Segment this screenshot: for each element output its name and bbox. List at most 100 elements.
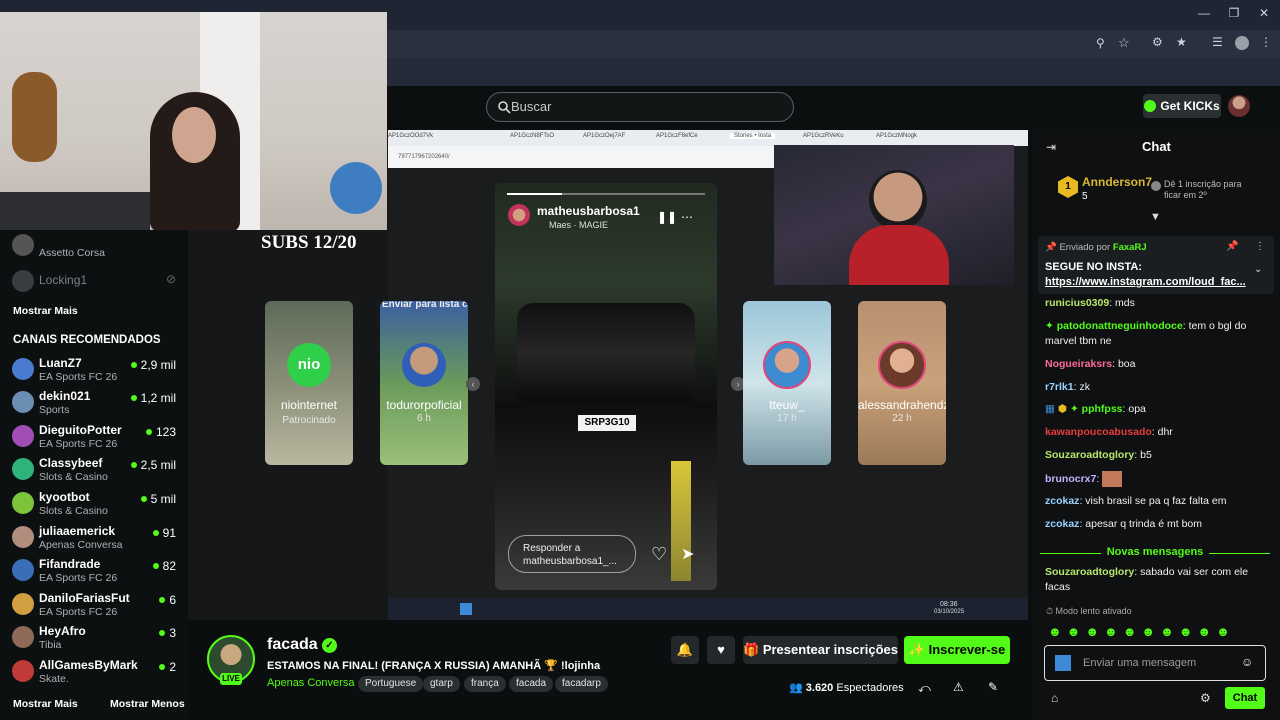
bookmark-star-icon[interactable]: ☆ [1118,35,1130,51]
viewer-count: 3 [159,626,176,640]
channel-name: AllGamesByMark [39,658,138,672]
more-options-icon[interactable]: ⋯ [681,210,693,224]
chat-message: brunocrx7: [1045,471,1270,487]
follow-heart-button[interactable]: ♥ [707,636,735,664]
user-avatar[interactable] [1228,95,1250,117]
show-more-button[interactable]: Mostrar Mais [13,698,78,710]
taskbar-date: 03/10/2025 [934,609,965,615]
chat-message: Souzaroadtoglory: sabado vai ser com ele… [1045,566,1249,593]
pinned-menu-icon[interactable]: ⋮ [1255,241,1265,252]
collapse-chat-icon[interactable]: ⇥ [1046,140,1056,154]
live-dot-icon [145,429,152,435]
recommended-channels-heading: CANAIS RECOMENDADOS [13,334,161,346]
recommended-channel[interactable]: AllGamesByMark Skate. 2 [12,658,182,688]
chat-settings-icon[interactable]: ⚙ [1200,691,1211,705]
channel-name: DieguitoPotter [39,423,122,437]
search-placeholder: Buscar [511,99,552,114]
nio-logo: nio [287,343,331,387]
recommended-channel[interactable]: LuanZ7 EA Sports FC 26 2,9 mil [12,356,182,386]
slow-mode-notice: ⏱ Modo lento ativado [1046,606,1132,616]
chat-send-button[interactable]: Chat [1225,687,1265,709]
gift-rank-note: Dê 1 inscrição para ficar em 2º [1164,179,1242,200]
channel-name[interactable]: facada [267,636,318,654]
story-card[interactable]: tteuw_ 17 h [743,301,831,465]
get-kicks-button[interactable]: Get KICKs [1143,94,1221,118]
expand-leaderboard-icon[interactable]: ▼ [1150,211,1161,223]
channel-game: Sports [39,404,70,416]
recommended-channel[interactable]: Classybeef Slots & Casino 2,5 mil [12,456,182,486]
pinned-link[interactable]: https://www.instagram.com/loud_fac... [1045,276,1246,288]
person-face [172,107,216,163]
tag[interactable]: gtarp [423,676,460,692]
profile-icon[interactable] [1235,36,1249,50]
sidebar-item[interactable]: Locking1 ⊘ [12,270,182,300]
story-reply-input[interactable]: Responder a matheusbarbosa1_... [508,535,636,573]
subscribe-button[interactable]: ✨ Inscrever-se [904,636,1010,664]
viewer-count: 2,9 mil [130,358,176,372]
report-icon[interactable]: ⚠ [953,680,964,694]
top-gifter-name[interactable]: Annderson7 [1082,175,1152,189]
channel-game: EA Sports FC 26 [39,572,118,584]
recommended-channel[interactable]: kyootbot Slots & Casino 5 mil [12,490,182,520]
store-icon[interactable]: ⌂ [1051,691,1058,705]
clip-icon[interactable]: ✎ [988,680,998,694]
tag[interactable]: facada [509,676,554,692]
story-time: 6 h [417,413,431,424]
viewer-count: 6 [159,593,176,607]
pause-icon[interactable]: ❚❚ [657,210,677,224]
recommended-channel[interactable]: dekin021 Sports 1,2 mil [12,389,182,419]
story-username: matheusbarbosa1 [537,204,640,218]
story-card[interactable]: nio niointernet Patrocinado [265,301,353,465]
avatar [12,626,34,648]
close-window-icon[interactable]: ✕ [1253,6,1275,22]
active-story[interactable]: SRP3G10 [495,183,717,590]
heart-icon[interactable]: ♡ [651,544,667,565]
notification-bell-button[interactable]: 🔔 [671,636,699,664]
tag[interactable]: facadarp [555,676,608,692]
tag[interactable]: Portuguese [358,676,424,692]
recommended-channel[interactable]: DaniloFariasFut EA Sports FC 26 6 [12,591,182,621]
recommended-channel[interactable]: Fifandrade EA Sports FC 26 82 [12,557,182,587]
captured-url: 797717967202640/ [398,154,450,160]
pinned-expand-icon[interactable]: ⌄ [1254,264,1262,275]
story-card[interactable]: alessandrahendz 22 h [858,301,946,465]
zoom-icon[interactable]: ⚲ [1096,36,1105,50]
show-less-button[interactable]: Mostrar Menos [110,698,185,710]
emote-bar[interactable]: ☻☻☻☻☻☻☻☻☻☻ [1048,624,1235,639]
extensions-star-icon[interactable]: ★ [1176,35,1187,49]
previous-story-icon[interactable]: ‹ [466,377,480,391]
pin-icon[interactable]: 📌 [1226,241,1238,252]
chat-message: zcokaz: apesar q trinda é mt bom [1045,518,1203,530]
story-username: alessandrahendz [858,398,946,412]
recommended-channel[interactable]: juliaaemerick Apenas Conversa 91 [12,524,182,554]
maximize-icon[interactable]: ❐ [1223,6,1245,22]
story-sponsored: Patrocinado [282,415,336,426]
gift-subs-button[interactable]: 🎁 Presentear inscrições [743,636,898,664]
captured-tab: AP1GczRVeKu [803,133,844,139]
extension-icon[interactable]: ⚙ [1152,35,1163,49]
chat-message: zcokaz: vish brasil se pa q faz falta em [1045,495,1227,507]
streamer-face [869,170,927,230]
show-more-link[interactable]: Mostrar Mais [13,305,78,317]
browser-menu-icon[interactable]: ⋮ [1260,35,1272,49]
recommended-channel[interactable]: HeyAfro Tibia 3 [12,624,182,654]
tag[interactable]: frança [464,676,506,692]
windows-start-icon [460,603,472,615]
send-icon[interactable]: ➤ [681,544,694,564]
streamer-shirt [849,225,949,285]
stream-category[interactable]: Apenas Conversa [267,677,354,689]
minimize-icon[interactable]: — [1193,6,1215,22]
live-dot-icon [159,630,166,636]
reading-list-icon[interactable]: ☰ [1212,35,1223,49]
viewer-count: 91 [152,526,176,540]
sidebar-item[interactable]: Assetto Corsa [12,232,182,262]
emoji-icon[interactable]: ☺ [1241,655,1253,669]
viewer-count: 82 [152,559,176,573]
offline-icon: ⊘ [165,272,176,286]
story-card[interactable]: Enviar para lista c todurorpoficial 6 h [380,301,468,465]
share-icon[interactable]: ⤺ [918,681,931,696]
avatar [12,425,34,447]
recommended-channel[interactable]: DieguitoPotter EA Sports FC 26 123 [12,423,182,453]
left-sidebar: Assetto Corsa Locking1 ⊘ Mostrar Mais CA… [0,230,188,720]
chat-message: r7rlk1: zk [1045,381,1090,393]
